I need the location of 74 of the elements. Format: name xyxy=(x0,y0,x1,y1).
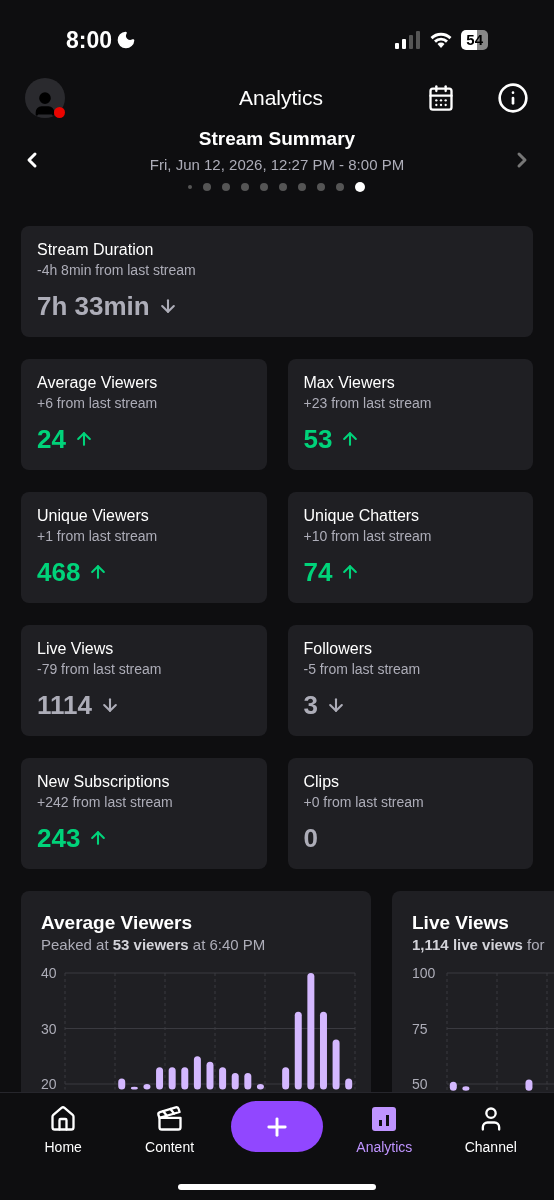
chart-bar xyxy=(282,1067,290,1090)
chart-subtitle: Peaked at 53 viewers at 6:40 PM xyxy=(41,935,267,955)
axis-tick-label: 50 xyxy=(412,1076,428,1091)
summary-date: Fri, Jun 12, 2026, 12:27 PM - 8:00 PM xyxy=(149,155,405,175)
chart-bar xyxy=(156,1067,164,1090)
stat-comparison: -5 from last stream xyxy=(303,660,422,679)
stat-comparison: +1 from last stream xyxy=(37,527,159,546)
avatar[interactable] xyxy=(25,78,65,118)
chart-bar xyxy=(219,1067,227,1090)
chart-bar xyxy=(231,1072,239,1090)
calendar-icon[interactable] xyxy=(427,84,455,112)
axis-tick-label: 100 xyxy=(412,965,436,981)
chart-title: Average Viewers xyxy=(41,911,194,935)
stat-label: Followers xyxy=(303,639,373,659)
chart-bar xyxy=(449,1081,457,1091)
stat-comparison: -4h 8min from last stream xyxy=(37,261,197,280)
moon-icon xyxy=(116,30,137,50)
chart-bar xyxy=(193,1056,201,1090)
info-icon[interactable] xyxy=(497,82,529,114)
stat-comparison: +0 from last stream xyxy=(303,793,425,812)
chart-title: Live Views xyxy=(412,911,510,935)
nav-tab[interactable]: Content xyxy=(124,1101,215,1158)
chart-bar xyxy=(181,1067,189,1090)
stat-label: Clips xyxy=(303,772,341,792)
stat-value: 3 xyxy=(303,689,318,721)
stat-label: Unique Chatters xyxy=(303,506,421,526)
stat-value: 74 xyxy=(303,556,333,588)
stat-value: 53 xyxy=(303,423,333,455)
chart-bar xyxy=(143,1084,151,1090)
status-time: 8:00 xyxy=(66,25,113,55)
chart-bar xyxy=(168,1067,176,1090)
stat-label: Average Viewers xyxy=(37,373,159,393)
chart-bar xyxy=(345,1078,353,1090)
stat-value: 24 xyxy=(37,423,66,455)
chart-bar xyxy=(130,1086,138,1090)
wifi-icon xyxy=(429,31,454,49)
signal-icon xyxy=(395,31,422,49)
nav-tab[interactable]: Analytics xyxy=(339,1101,430,1158)
stat-comparison: -79 from last stream xyxy=(37,660,163,679)
chart-bar xyxy=(525,1079,533,1091)
chart-bar xyxy=(332,1039,340,1090)
stat-value: 468 xyxy=(37,556,81,588)
axis-tick-label: 20 xyxy=(41,1076,57,1090)
chart-bar xyxy=(256,1084,264,1090)
page-title: Analytics xyxy=(238,85,323,112)
axis-tick-label: 30 xyxy=(41,1020,57,1037)
stat-value: 1114 xyxy=(37,689,92,721)
home-icon xyxy=(49,1105,78,1133)
stat-label: Unique Viewers xyxy=(37,506,150,526)
stat-value: 0 xyxy=(303,822,318,854)
chart-subtitle: 1,114 live views for xyxy=(412,935,546,955)
nav-tab[interactable]: Home xyxy=(18,1101,109,1158)
stat-label: Stream Duration xyxy=(37,240,155,260)
chart-bar xyxy=(462,1086,470,1091)
stat-comparison: +23 from last stream xyxy=(303,394,433,413)
battery-indicator: 54 xyxy=(461,30,488,50)
clapperboard-icon xyxy=(155,1105,184,1133)
chart-bar xyxy=(244,1072,252,1090)
stat-comparison: +242 from last stream xyxy=(37,793,174,812)
stat-label: Max Viewers xyxy=(303,373,396,393)
chart-bar xyxy=(206,1061,214,1090)
stat-value: 7h 33min xyxy=(37,290,150,322)
create-button[interactable] xyxy=(230,1101,323,1152)
nav-tab[interactable]: Channel xyxy=(445,1101,536,1158)
summary-title: Stream Summary xyxy=(198,127,356,151)
axis-tick-label: 40 xyxy=(41,965,57,981)
stat-label: Live Views xyxy=(37,639,115,659)
chart-bar xyxy=(118,1078,126,1090)
bar-chart-icon xyxy=(370,1105,399,1133)
stat-comparison: +6 from last stream xyxy=(37,394,159,413)
stat-comparison: +10 from last stream xyxy=(303,527,433,546)
stat-value: 243 xyxy=(37,822,81,854)
axis-tick-label: 75 xyxy=(412,1020,428,1037)
stat-label: New Subscriptions xyxy=(37,772,171,792)
